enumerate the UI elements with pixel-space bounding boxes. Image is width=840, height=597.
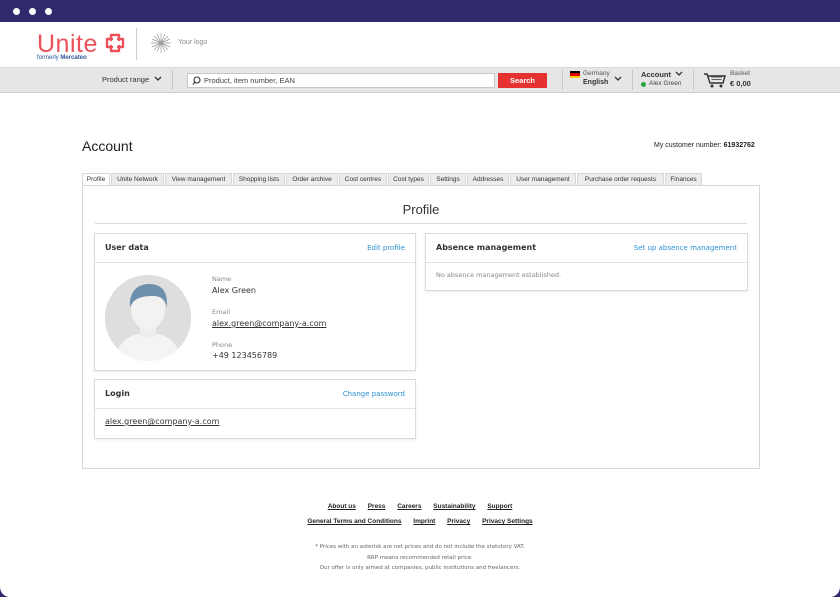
profile-panel: Profile User data Edit profile Name Alex… (82, 185, 760, 469)
change-password-link[interactable]: Change password (343, 390, 405, 398)
absence-card-header: Absence management Set up absence manage… (426, 234, 747, 263)
your-logo-text: Your logo (178, 39, 208, 46)
chevron-down-icon (154, 76, 162, 81)
login-card-header: Login Change password (95, 380, 415, 409)
footer-link-imprint[interactable]: Imprint (413, 518, 435, 525)
window-minimize-dot[interactable] (29, 8, 36, 15)
chevron-down-icon (614, 76, 622, 81)
footer-link-privacy-settings[interactable]: Privacy Settings (482, 518, 533, 525)
login-title: Login (105, 389, 130, 398)
nav-separator (562, 70, 563, 90)
customer-number: My customer number: 61932762 (654, 142, 755, 149)
footer-link-sustainability[interactable]: Sustainability (433, 503, 475, 510)
nav-separator (693, 70, 694, 90)
footer-link-support[interactable]: Support (487, 503, 512, 510)
chevron-down-icon (675, 71, 683, 76)
logo-divider (136, 28, 137, 60)
basket-amount[interactable]: € 0,00 (730, 79, 751, 88)
country-selector[interactable]: Germany (583, 70, 610, 77)
browser-frame: Unite formerly Mercateo Your logo Produc… (0, 0, 840, 597)
window-titlebar (0, 0, 840, 22)
product-range-menu[interactable]: Product range (102, 75, 162, 84)
name-label: Name (212, 275, 232, 283)
page-title: Account (82, 138, 133, 154)
online-status-icon (641, 82, 646, 87)
footer-link-press[interactable]: Press (368, 503, 386, 510)
germany-flag-icon (570, 71, 580, 78)
window-maximize-dot[interactable] (45, 8, 52, 15)
name-value: Alex Green (212, 286, 256, 295)
login-card: Login Change password alex.green@company… (94, 379, 416, 439)
avatar (105, 275, 191, 361)
search-input[interactable]: Product, item number, EAN (187, 73, 495, 88)
your-logo-icon (151, 33, 171, 53)
user-data-title: User data (105, 243, 149, 252)
phone-label: Phone (212, 341, 233, 349)
footer-note-audience: Our offer is only aimed at companies, pu… (319, 565, 521, 571)
login-email[interactable]: alex.green@company-a.com (105, 417, 219, 426)
brand-bar: Unite formerly Mercateo Your logo (0, 22, 840, 67)
brand-formerly: formerly Mercateo (37, 55, 87, 61)
phone-value: +49 123456789 (212, 351, 278, 360)
email-value[interactable]: alex.green@company-a.com (212, 319, 326, 328)
user-data-card: User data Edit profile Name Alex Green E… (94, 233, 416, 371)
user-data-body: Name Alex Green Email alex.green@company… (95, 263, 415, 370)
search-icon (192, 76, 201, 85)
nav-separator (632, 70, 633, 90)
basket-cart-icon[interactable] (703, 72, 727, 88)
heading-divider (95, 223, 747, 224)
absence-empty-text: No absence management established. (436, 271, 562, 279)
absence-management-card: Absence management Set up absence manage… (425, 233, 748, 291)
absence-title: Absence management (436, 243, 537, 252)
email-label: Email (212, 308, 231, 316)
user-data-card-header: User data Edit profile (95, 234, 415, 263)
edit-profile-link[interactable]: Edit profile (367, 244, 405, 252)
account-menu[interactable]: Account (641, 70, 683, 79)
unite-logo-icon (105, 33, 125, 53)
footer-links-row1: About us Press Careers Sustainability Su… (0, 503, 840, 510)
user-avatar-icon (105, 275, 191, 361)
app-window: Unite formerly Mercateo Your logo Produc… (0, 22, 840, 597)
setup-absence-link[interactable]: Set up absence management (634, 244, 737, 252)
footer-link-about[interactable]: About us (328, 503, 356, 510)
footer-note-rrp: RRP means recommended retail price. (367, 555, 473, 561)
account-label: Account (641, 70, 671, 79)
product-range-label: Product range (102, 75, 150, 84)
nav-separator (172, 70, 173, 90)
basket-label: Basket (730, 70, 750, 77)
search-button[interactable]: Search (498, 73, 547, 88)
language-selector[interactable]: English (583, 79, 608, 86)
profile-heading: Profile (402, 202, 440, 217)
account-user-name: Alex Green (649, 80, 682, 87)
search-placeholder: Product, item number, EAN (204, 76, 295, 85)
footer-link-privacy[interactable]: Privacy (447, 518, 470, 525)
footer-note-vat: * Prices with an asterisk are net prices… (315, 544, 525, 550)
footer-links-row2: General Terms and Conditions Imprint Pri… (0, 518, 840, 525)
top-navbar: Product range Product, item number, EAN … (0, 67, 840, 93)
footer-link-terms[interactable]: General Terms and Conditions (307, 518, 401, 525)
footer-link-careers[interactable]: Careers (397, 503, 421, 510)
window-close-dot[interactable] (13, 8, 20, 15)
